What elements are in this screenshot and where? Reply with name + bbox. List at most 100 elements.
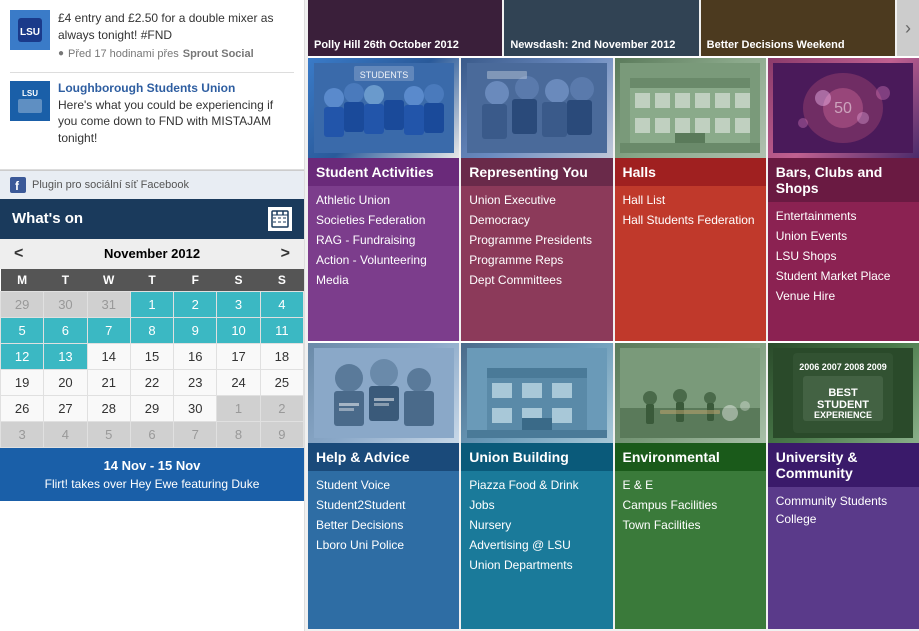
- calendar-day[interactable]: 5: [87, 421, 130, 447]
- link-media[interactable]: Media: [316, 270, 451, 290]
- link-town-facilities[interactable]: Town Facilities: [623, 515, 758, 535]
- link-dept-committees[interactable]: Dept Committees: [469, 270, 604, 290]
- calendar-day[interactable]: 11: [260, 317, 303, 343]
- link-better-decisions[interactable]: Better Decisions: [316, 515, 451, 535]
- calendar-day[interactable]: 24: [217, 369, 260, 395]
- calendar-day[interactable]: 17: [217, 343, 260, 369]
- calendar-day[interactable]: 15: [130, 343, 173, 369]
- calendar-day[interactable]: 22: [130, 369, 173, 395]
- link-student-market[interactable]: Student Market Place: [776, 266, 911, 286]
- calendar-day[interactable]: 31: [87, 291, 130, 317]
- link-community-students-college[interactable]: Community Students College: [776, 491, 911, 529]
- link-democracy[interactable]: Democracy: [469, 210, 604, 230]
- link-prog-presidents[interactable]: Programme Presidents: [469, 230, 604, 250]
- calendar-day[interactable]: 1: [217, 395, 260, 421]
- tile-bars-clubs: 50 Bars, Clubs and Shops Entertainments …: [768, 58, 919, 341]
- tile-uni-community-links: Community Students College: [768, 487, 919, 629]
- calendar-day[interactable]: 26: [1, 395, 44, 421]
- calendar-day[interactable]: 2: [260, 395, 303, 421]
- link-rag[interactable]: RAG - Fundraising: [316, 230, 451, 250]
- tile-union-building: Union Building Piazza Food & Drink Jobs …: [461, 343, 612, 629]
- link-union-exec[interactable]: Union Executive: [469, 190, 604, 210]
- calendar-day[interactable]: 3: [1, 421, 44, 447]
- link-entertainments[interactable]: Entertainments: [776, 206, 911, 226]
- link-student-voice[interactable]: Student Voice: [316, 475, 451, 495]
- calendar-day[interactable]: 5: [1, 317, 44, 343]
- news-item-1[interactable]: Polly Hill 26th October 2012: [308, 0, 502, 56]
- calendar-day[interactable]: 28: [87, 395, 130, 421]
- fb-post-2-name[interactable]: Loughborough Students Union: [58, 81, 294, 95]
- calendar-day[interactable]: 1: [130, 291, 173, 317]
- link-advertising[interactable]: Advertising @ LSU: [469, 535, 604, 555]
- calendar-day[interactable]: 13: [44, 343, 87, 369]
- calendar-grid-icon[interactable]: [268, 207, 292, 231]
- calendar-day[interactable]: 6: [130, 421, 173, 447]
- cal-header-s2: S: [260, 269, 303, 292]
- link-e-and-e[interactable]: E & E: [623, 475, 758, 495]
- calendar-day[interactable]: 14: [87, 343, 130, 369]
- link-prog-reps[interactable]: Programme Reps: [469, 250, 604, 270]
- tile-representing-img: [461, 58, 612, 158]
- tile-university-community: 2006 2007 2008 2009 BEST STUDENT EXPERIE…: [768, 343, 919, 629]
- calendar-day[interactable]: 9: [260, 421, 303, 447]
- calendar-day[interactable]: 23: [174, 369, 217, 395]
- calendar-day[interactable]: 8: [130, 317, 173, 343]
- calendar-day[interactable]: 10: [217, 317, 260, 343]
- cal-header-s1: S: [217, 269, 260, 292]
- link-union-departments[interactable]: Union Departments: [469, 555, 604, 575]
- link-piazza[interactable]: Piazza Food & Drink: [469, 475, 604, 495]
- link-nursery[interactable]: Nursery: [469, 515, 604, 535]
- link-union-events[interactable]: Union Events: [776, 226, 911, 246]
- calendar-day[interactable]: 30: [174, 395, 217, 421]
- calendar-day[interactable]: 20: [44, 369, 87, 395]
- tile-student-activities-header: Student Activities: [308, 158, 459, 186]
- next-month-button[interactable]: >: [277, 245, 294, 263]
- link-hall-list[interactable]: Hall List: [623, 190, 758, 210]
- calendar-day[interactable]: 7: [87, 317, 130, 343]
- calendar-day[interactable]: 4: [44, 421, 87, 447]
- calendar-day[interactable]: 6: [44, 317, 87, 343]
- prev-month-button[interactable]: <: [10, 245, 27, 263]
- calendar-day[interactable]: 7: [174, 421, 217, 447]
- calendar-day[interactable]: 12: [1, 343, 44, 369]
- link-action-volunteering[interactable]: Action - Volunteering: [316, 250, 451, 270]
- event-highlight[interactable]: 14 Nov - 15 Nov Flirt! takes over Hey Ew…: [0, 448, 304, 502]
- svg-text:EXPERIENCE: EXPERIENCE: [814, 410, 872, 420]
- calendar-table: M T W T F S S 29303112345678910111213141…: [0, 269, 304, 448]
- calendar-day[interactable]: 9: [174, 317, 217, 343]
- calendar-day[interactable]: 29: [130, 395, 173, 421]
- news-item-3-label: Better Decisions Weekend: [707, 38, 845, 52]
- link-lsu-shops[interactable]: LSU Shops: [776, 246, 911, 266]
- news-next-arrow[interactable]: ›: [897, 0, 919, 56]
- calendar-day[interactable]: 19: [1, 369, 44, 395]
- fb-plugin-label: Plugin pro sociální síť Facebook: [32, 179, 189, 191]
- calendar-day[interactable]: 2: [174, 291, 217, 317]
- link-athletic-union[interactable]: Athletic Union: [316, 190, 451, 210]
- link-lboro-uni-police[interactable]: Lboro Uni Police: [316, 535, 451, 555]
- tile-environmental-header: Environmental: [615, 443, 766, 471]
- link-societies-fed[interactable]: Societies Federation: [316, 210, 451, 230]
- calendar-day[interactable]: 4: [260, 291, 303, 317]
- tile-halls-img: [615, 58, 766, 158]
- tile-halls-header: Halls: [615, 158, 766, 186]
- news-item-2[interactable]: Newsdash: 2nd November 2012: [504, 0, 698, 56]
- calendar-day[interactable]: 8: [217, 421, 260, 447]
- calendar-day[interactable]: 25: [260, 369, 303, 395]
- calendar-day[interactable]: 3: [217, 291, 260, 317]
- calendar-day[interactable]: 29: [1, 291, 44, 317]
- link-jobs[interactable]: Jobs: [469, 495, 604, 515]
- tiles-top-row: STUDENTS Student Activities Athletic Uni…: [308, 58, 919, 343]
- link-student2student[interactable]: Student2Student: [316, 495, 451, 515]
- link-hall-students-fed[interactable]: Hall Students Federation: [623, 210, 758, 230]
- link-campus-facilities[interactable]: Campus Facilities: [623, 495, 758, 515]
- news-item-3[interactable]: Better Decisions Weekend: [701, 0, 895, 56]
- tile-student-activities-links: Athletic Union Societies Federation RAG …: [308, 186, 459, 341]
- news-strip: Polly Hill 26th October 2012 Newsdash: 2…: [308, 0, 919, 58]
- calendar-day[interactable]: 18: [260, 343, 303, 369]
- link-venue-hire[interactable]: Venue Hire: [776, 286, 911, 306]
- calendar-day[interactable]: 27: [44, 395, 87, 421]
- fb-post-2: LSU Loughborough Students Union Here's w…: [10, 81, 294, 147]
- calendar-day[interactable]: 30: [44, 291, 87, 317]
- calendar-day[interactable]: 16: [174, 343, 217, 369]
- calendar-day[interactable]: 21: [87, 369, 130, 395]
